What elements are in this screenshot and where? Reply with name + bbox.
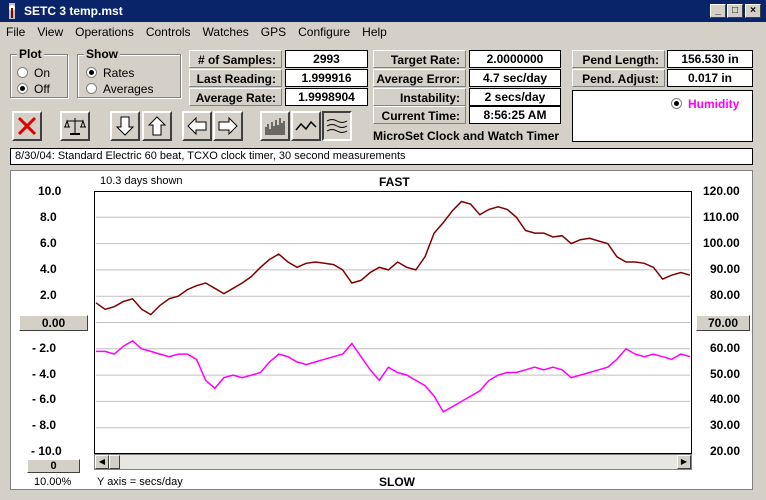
line-view-button[interactable] — [291, 111, 321, 141]
sensor-panel: Humidity — [572, 90, 753, 142]
rate-chart — [94, 191, 692, 454]
menu-bar: File View Operations Controls Watches GPS Conf… — [0, 22, 766, 42]
left-tick: - 2.0 — [32, 341, 57, 355]
scroll-right-button[interactable] — [213, 111, 243, 141]
bar-view-button[interactable] — [260, 111, 290, 141]
left-zero-box[interactable]: 0.00 — [19, 315, 88, 331]
wave-icon — [326, 119, 348, 133]
left-tick: - 6.0 — [32, 392, 57, 406]
plot-group-label: Plot — [17, 47, 44, 61]
left-tick: 6.0 — [40, 236, 57, 250]
pend-adjust-value: 0.017 in — [667, 69, 753, 87]
scroll-thumb[interactable] — [109, 455, 120, 469]
right-tick: 80.00 — [710, 288, 741, 302]
instability-value: 2 secs/day — [469, 88, 561, 106]
show-group-label: Show — [84, 47, 120, 61]
humidity-radio[interactable]: Humidity — [671, 97, 739, 111]
last-reading-value: 1.999916 — [285, 69, 368, 87]
menu-file[interactable]: File — [0, 22, 31, 39]
show-rates-radio[interactable]: Rates — [86, 66, 134, 80]
right-tick: 60.00 — [710, 341, 741, 355]
slow-label: SLOW — [379, 475, 415, 489]
left-tick: 10.0 — [38, 184, 62, 198]
stop-button[interactable] — [12, 111, 42, 141]
app-name: MicroSet Clock and Watch Timer — [373, 129, 560, 143]
close-button[interactable]: × — [745, 4, 761, 18]
right-tick: 30.00 — [710, 418, 741, 432]
right-tick: 20.00 — [710, 444, 741, 458]
left-tick: - 10.0 — [31, 444, 62, 458]
balance-button[interactable] — [60, 111, 90, 141]
instability-label: Instability: — [373, 88, 466, 106]
scale-icon — [64, 118, 86, 135]
right-tick: 110.00 — [703, 210, 740, 224]
plot-group: Plot On Off — [10, 47, 68, 98]
scroll-right-arrow[interactable]: ▶ — [677, 455, 691, 469]
left-offset-box[interactable]: 0 — [27, 459, 80, 473]
right-tick: 100.00 — [703, 236, 740, 250]
arrow-right-icon — [218, 116, 238, 136]
left-tick: 8.0 — [40, 210, 57, 224]
right-center-box[interactable]: 70.00 — [696, 315, 750, 331]
average-rate-value: 1.9998904 — [285, 88, 368, 106]
menu-gps[interactable]: GPS — [255, 22, 292, 39]
left-tick: 4.0 — [40, 262, 57, 276]
show-averages-radio[interactable]: Averages — [86, 82, 153, 96]
scroll-left-arrow[interactable]: ◀ — [95, 455, 109, 469]
fast-label: FAST — [379, 175, 410, 189]
menu-view[interactable]: View — [31, 22, 69, 39]
maximize-button[interactable]: □ — [727, 4, 743, 18]
plot-off-radio[interactable]: Off — [17, 82, 50, 96]
scroll-left-button[interactable] — [182, 111, 212, 141]
samples-value: 2993 — [285, 50, 368, 68]
average-rate-label: Average Rate: — [189, 88, 282, 106]
menu-operations[interactable]: Operations — [69, 22, 140, 39]
window-title: SETC 3 temp.mst — [24, 4, 123, 18]
left-tick: - 8.0 — [32, 418, 57, 432]
target-rate-label: Target Rate: — [373, 50, 466, 68]
arrow-down-icon — [115, 116, 135, 136]
zoom-percent: 10.00% — [34, 476, 72, 488]
y-axis-note: Y axis = secs/day — [97, 476, 183, 488]
x-icon — [17, 116, 37, 136]
samples-label: # of Samples: — [189, 50, 282, 68]
title-bar: SETC 3 temp.mst _ □ × — [0, 0, 766, 22]
arrow-left-icon — [187, 116, 207, 136]
pend-length-value: 156.530 in — [667, 50, 753, 68]
menu-controls[interactable]: Controls — [140, 22, 197, 39]
scroll-up-button[interactable] — [142, 111, 172, 141]
current-time-value: 8:56:25 AM — [469, 106, 561, 124]
menu-help[interactable]: Help — [356, 22, 393, 39]
right-tick: 120.00 — [703, 184, 740, 198]
right-tick: 90.00 — [710, 262, 741, 276]
arrow-up-icon — [147, 116, 167, 136]
show-group: Show Rates Averages — [77, 47, 181, 98]
right-tick: 50.00 — [710, 367, 741, 381]
days-shown-label: 10.3 days shown — [100, 175, 183, 187]
scroll-down-button[interactable] — [110, 111, 140, 141]
clock-app-icon — [9, 3, 15, 19]
pend-adjust-label: Pend. Adjust: — [572, 69, 665, 87]
menu-configure[interactable]: Configure — [292, 22, 356, 39]
menu-watches[interactable]: Watches — [197, 22, 255, 39]
bar-chart-icon — [265, 118, 285, 135]
target-rate-value: 2.0000000 — [469, 50, 561, 68]
average-error-label: Average Error: — [373, 69, 466, 87]
left-tick: - 4.0 — [32, 367, 57, 381]
plot-on-radio[interactable]: On — [17, 66, 50, 80]
line-chart-icon — [295, 120, 317, 131]
right-tick: 40.00 — [710, 392, 741, 406]
last-reading-label: Last Reading: — [189, 69, 282, 87]
wave-view-button[interactable] — [322, 111, 352, 141]
note-field[interactable]: 8/30/04: Standard Electric 60 beat, TCXO… — [10, 148, 753, 165]
pend-length-label: Pend Length: — [572, 50, 665, 68]
minimize-button[interactable]: _ — [710, 4, 726, 18]
horizontal-scrollbar[interactable]: ◀ ▶ — [94, 454, 692, 470]
left-tick: 2.0 — [40, 288, 57, 302]
average-error-value: 4.7 sec/day — [469, 69, 561, 87]
current-time-label: Current Time: — [373, 106, 466, 124]
